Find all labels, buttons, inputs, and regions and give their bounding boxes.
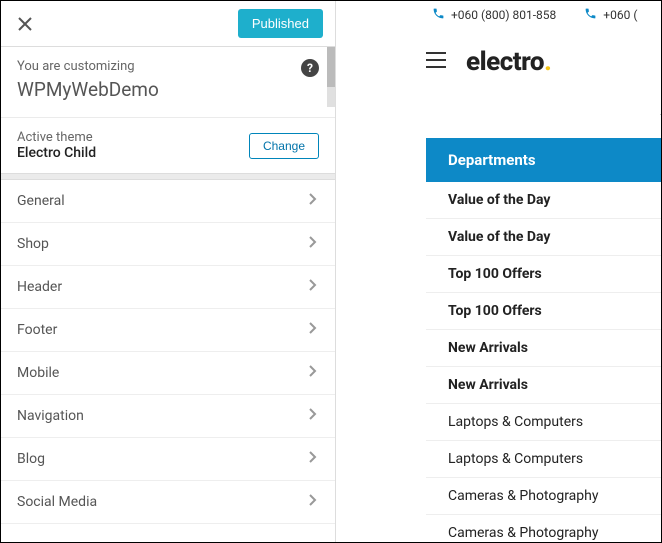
chevron-right-icon xyxy=(307,365,319,381)
panel-label: Blog xyxy=(17,451,45,467)
panel-blog[interactable]: Blog xyxy=(1,438,335,481)
hamburger-icon xyxy=(426,52,446,68)
category-item[interactable]: New Arrivals xyxy=(426,330,661,367)
phone-icon xyxy=(432,7,445,23)
site-info: You are customizing WPMyWebDemo ? xyxy=(1,47,335,118)
preview-pane: +060 (800) 801-858 +060 ( electro. Se xyxy=(336,1,661,542)
category-item[interactable]: Laptops & Computers xyxy=(426,404,661,441)
site-header: electro. Se xyxy=(336,29,661,94)
panel-footer[interactable]: Footer xyxy=(1,309,335,352)
close-button[interactable] xyxy=(13,12,37,36)
panel-label: Mobile xyxy=(17,365,59,381)
scrollbar[interactable] xyxy=(327,47,335,107)
phone-1[interactable]: +060 (800) 801-858 xyxy=(432,7,556,23)
category-item[interactable]: Cameras & Photography xyxy=(426,478,661,515)
category-item[interactable]: Top 100 Offers xyxy=(426,256,661,293)
customizing-label: You are customizing xyxy=(17,59,319,74)
panel-header[interactable]: Header xyxy=(1,266,335,309)
customizer-panels: General Shop Header Footer Mobile Navigation B… xyxy=(1,180,335,542)
phone-number: +060 (800) 801-858 xyxy=(451,8,556,22)
category-item[interactable]: Value of the Day xyxy=(426,219,661,256)
chevron-right-icon xyxy=(307,279,319,295)
panel-label: Social Media xyxy=(17,494,97,510)
panel-label: General xyxy=(17,193,65,209)
panel-navigation[interactable]: Navigation xyxy=(1,395,335,438)
phone-number: +060 ( xyxy=(603,8,637,22)
categories-list: Value of the DayValue of the DayTop 100 … xyxy=(426,182,661,542)
compare-icon xyxy=(659,98,661,120)
active-theme-block: Active theme Electro Child Change xyxy=(1,118,335,174)
customizer-sidebar: Published You are customizing WPMyWebDem… xyxy=(1,1,336,542)
departments-label: Departments xyxy=(448,151,536,169)
panel-label: Shop xyxy=(17,236,49,252)
category-item[interactable]: Top 100 Offers xyxy=(426,293,661,330)
category-item[interactable]: Value of the Day xyxy=(426,182,661,219)
panel-mobile[interactable]: Mobile xyxy=(1,352,335,395)
site-logo[interactable]: electro. xyxy=(466,47,551,77)
panel-social-media[interactable]: Social Media xyxy=(1,481,335,524)
panel-label: Navigation xyxy=(17,408,84,424)
chevron-right-icon xyxy=(307,193,319,209)
chevron-right-icon xyxy=(307,451,319,467)
phone-icon xyxy=(584,7,597,23)
chevron-right-icon xyxy=(307,322,319,338)
customizer-topbar: Published xyxy=(1,1,335,47)
publish-button[interactable]: Published xyxy=(238,9,323,38)
menu-toggle[interactable] xyxy=(426,52,446,72)
help-icon[interactable]: ? xyxy=(301,59,319,77)
phone-2[interactable]: +060 ( xyxy=(584,7,637,23)
phone-bar: +060 (800) 801-858 +060 ( xyxy=(336,1,661,29)
compare-button[interactable] xyxy=(659,98,661,124)
panel-label: Footer xyxy=(17,322,57,338)
close-icon xyxy=(18,17,32,31)
chevron-right-icon xyxy=(307,408,319,424)
header-icons: 1 $1,300 xyxy=(336,94,661,138)
category-item[interactable]: New Arrivals xyxy=(426,367,661,404)
departments-bar[interactable]: Departments View xyxy=(426,138,661,182)
panel-shop[interactable]: Shop xyxy=(1,223,335,266)
change-theme-button[interactable]: Change xyxy=(249,133,319,159)
active-theme-name: Electro Child xyxy=(17,145,96,161)
category-item[interactable]: Cameras & Photography xyxy=(426,515,661,542)
panel-label: Header xyxy=(17,279,62,295)
active-theme-label: Active theme xyxy=(17,130,96,145)
site-name: WPMyWebDemo xyxy=(17,78,319,101)
chevron-right-icon xyxy=(307,236,319,252)
chevron-right-icon xyxy=(307,494,319,510)
panel-general[interactable]: General xyxy=(1,180,335,223)
category-item[interactable]: Laptops & Computers xyxy=(426,441,661,478)
